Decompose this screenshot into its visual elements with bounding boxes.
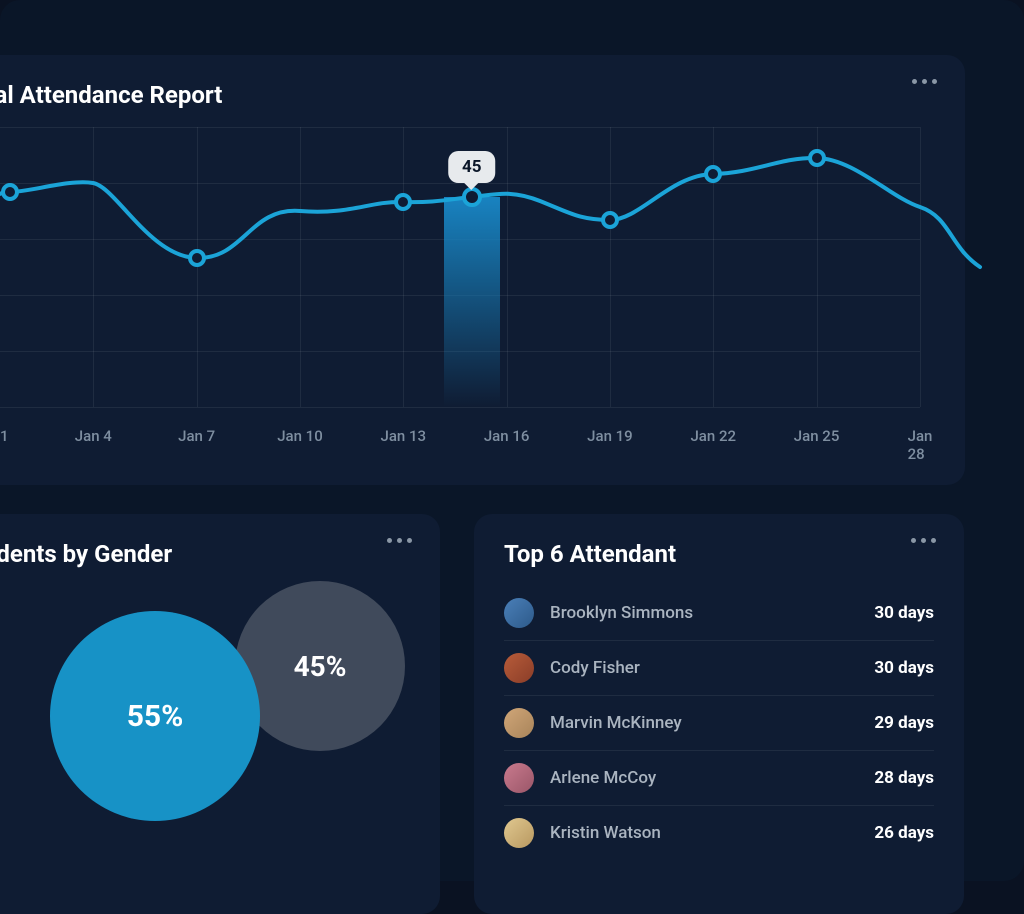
list-item[interactable]: Kristin Watson 26 days (504, 806, 934, 860)
attendant-days: 26 days (874, 823, 934, 843)
x-tick: Jan 7 (178, 427, 215, 445)
gender-card: Students by Gender 45% 55% (0, 514, 440, 914)
list-item[interactable]: Arlene McCoy 28 days (504, 751, 934, 806)
tooltip-value: 45 (462, 157, 482, 177)
attendant-name: Cody Fisher (550, 658, 874, 678)
attendance-title: Total Attendance Report (0, 81, 935, 109)
avatar (504, 763, 534, 793)
x-tick: Jan 28 (908, 427, 933, 463)
avatar (504, 653, 534, 683)
avatar (504, 708, 534, 738)
avatar (504, 818, 534, 848)
attendant-card: Top 6 Attendant Brooklyn Simmons 30 days… (474, 514, 964, 914)
attendant-name: Arlene McCoy (550, 768, 874, 788)
attendant-list: Brooklyn Simmons 30 days Cody Fisher 30 … (504, 586, 934, 860)
attendant-name: Marvin McKinney (550, 713, 874, 733)
more-menu-button[interactable] (383, 534, 416, 547)
x-tick: Jan 16 (484, 427, 530, 445)
list-item[interactable]: Marvin McKinney 29 days (504, 696, 934, 751)
gender-secondary-bubble: 45% (235, 581, 405, 751)
x-tick: Jan 10 (277, 427, 323, 445)
more-menu-button[interactable] (907, 534, 940, 547)
gender-secondary-value: 45% (294, 650, 347, 683)
x-tick: Jan 19 (587, 427, 633, 445)
attendance-chart[interactable]: Jan 1 Jan 4 Jan 7 Jan 10 Jan 13 Jan 16 J… (0, 127, 920, 407)
x-tick: Jan 25 (794, 427, 840, 445)
list-item[interactable]: Cody Fisher 30 days (504, 641, 934, 696)
x-tick: Jan 1 (0, 427, 9, 445)
chart-tooltip: 45 (448, 151, 496, 183)
gender-primary-bubble: 55% (50, 611, 260, 821)
list-item[interactable]: Brooklyn Simmons 30 days (504, 586, 934, 641)
attendant-name: Brooklyn Simmons (550, 603, 874, 623)
attendant-days: 30 days (874, 603, 934, 623)
x-tick: Jan 22 (690, 427, 736, 445)
attendance-report-card: Total Attendance Report Jan 1 Jan 4 Jan … (0, 55, 965, 485)
attendant-name: Kristin Watson (550, 823, 874, 843)
avatar (504, 598, 534, 628)
attendant-title: Top 6 Attendant (504, 540, 934, 568)
x-tick: Jan 4 (75, 427, 112, 445)
x-tick: Jan 13 (381, 427, 427, 445)
gender-primary-value: 55% (127, 699, 184, 734)
gender-title: Students by Gender (0, 540, 410, 568)
more-menu-button[interactable] (908, 75, 941, 88)
attendant-days: 29 days (874, 713, 934, 733)
gender-bubble-chart: 45% 55% (0, 586, 410, 856)
attendant-days: 30 days (874, 658, 934, 678)
attendant-days: 28 days (874, 768, 934, 788)
